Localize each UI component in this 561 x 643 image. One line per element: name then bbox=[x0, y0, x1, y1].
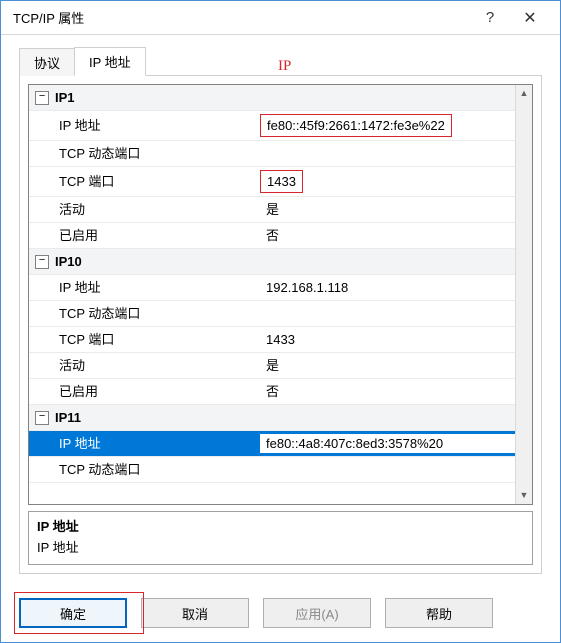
property-value: 1433 bbox=[260, 170, 509, 193]
property-label: 活动 bbox=[35, 200, 260, 219]
collapse-icon[interactable]: − bbox=[35, 411, 49, 425]
property-value: 是 bbox=[260, 200, 509, 219]
group-header[interactable]: − IP11 bbox=[29, 405, 515, 431]
apply-button: 应用(A) bbox=[263, 598, 371, 628]
property-row[interactable]: TCP 端口 1433 bbox=[29, 327, 515, 353]
property-label: TCP 动态端口 bbox=[35, 304, 260, 323]
property-row[interactable]: 活动 是 bbox=[29, 353, 515, 379]
content-area: 协议 IP 地址 IP − IP1 IP 地址 fe80::45f9:2661:… bbox=[1, 35, 560, 588]
property-row[interactable]: TCP 动态端口 bbox=[29, 141, 515, 167]
cancel-button[interactable]: 取消 bbox=[141, 598, 249, 628]
property-grid: − IP1 IP 地址 fe80::45f9:2661:1472:fe3e%22… bbox=[28, 84, 533, 505]
panel: IP − IP1 IP 地址 fe80::45f9:2661:1472:fe3e… bbox=[19, 75, 542, 574]
scroll-up-icon[interactable]: ▲ bbox=[516, 85, 532, 102]
highlight-box: 1433 bbox=[260, 170, 303, 193]
property-value: fe80::45f9:2661:1472:fe3e%22 bbox=[260, 114, 509, 137]
property-label: IP 地址 bbox=[35, 434, 260, 453]
description-box: IP 地址 IP 地址 bbox=[28, 511, 533, 565]
property-row[interactable]: IP 地址 fe80::45f9:2661:1472:fe3e%22 bbox=[29, 111, 515, 141]
collapse-icon[interactable]: − bbox=[35, 255, 49, 269]
property-label: 已启用 bbox=[35, 226, 260, 245]
ok-button[interactable]: 确定 bbox=[19, 598, 127, 628]
help-button[interactable]: 帮助 bbox=[385, 598, 493, 628]
property-label: IP 地址 bbox=[35, 278, 260, 297]
property-row[interactable]: 已启用 否 bbox=[29, 223, 515, 249]
property-value: 是 bbox=[260, 356, 509, 375]
property-row-selected[interactable]: IP 地址 fe80::4a8:407c:8ed3:3578%20 bbox=[29, 431, 515, 457]
property-value: 1433 bbox=[260, 330, 509, 349]
property-label: 活动 bbox=[35, 356, 260, 375]
collapse-icon[interactable]: − bbox=[35, 91, 49, 105]
property-row[interactable]: TCP 动态端口 bbox=[29, 301, 515, 327]
description-title: IP 地址 bbox=[37, 516, 524, 535]
property-row[interactable]: TCP 动态端口 bbox=[29, 457, 515, 483]
dialog-window: TCP/IP 属性 ? ✕ 协议 IP 地址 IP − IP1 IP 地址 fe bbox=[0, 0, 561, 643]
help-icon[interactable]: ? bbox=[470, 9, 510, 26]
group-header[interactable]: − IP1 bbox=[29, 85, 515, 111]
group-name: IP10 bbox=[55, 252, 280, 271]
group-name: IP1 bbox=[55, 88, 280, 107]
tab-strip: 协议 IP 地址 bbox=[19, 49, 542, 75]
vertical-scrollbar[interactable]: ▲ ▼ bbox=[515, 85, 532, 504]
tab-protocol[interactable]: 协议 bbox=[19, 48, 75, 76]
description-text: IP 地址 bbox=[37, 537, 524, 556]
tab-ip-address[interactable]: IP 地址 bbox=[74, 47, 146, 76]
property-label: IP 地址 bbox=[35, 116, 260, 135]
window-title: TCP/IP 属性 bbox=[13, 8, 470, 27]
property-value: 192.168.1.118 bbox=[260, 278, 509, 297]
group-name: IP11 bbox=[55, 408, 280, 427]
property-label: TCP 端口 bbox=[35, 330, 260, 349]
button-row: 确定 取消 应用(A) 帮助 bbox=[1, 588, 560, 642]
group-header[interactable]: − IP10 bbox=[29, 249, 515, 275]
scroll-down-icon[interactable]: ▼ bbox=[516, 487, 532, 504]
property-label: TCP 动态端口 bbox=[35, 460, 260, 479]
property-label: TCP 动态端口 bbox=[35, 144, 260, 163]
property-row[interactable]: 已启用 否 bbox=[29, 379, 515, 405]
property-row[interactable]: 活动 是 bbox=[29, 197, 515, 223]
close-icon[interactable]: ✕ bbox=[510, 8, 550, 28]
titlebar: TCP/IP 属性 ? ✕ bbox=[1, 1, 560, 35]
property-label: 已启用 bbox=[35, 382, 260, 401]
property-value: 否 bbox=[260, 226, 509, 245]
property-value: 否 bbox=[260, 382, 509, 401]
property-row[interactable]: TCP 端口 1433 bbox=[29, 167, 515, 197]
grid-rows: − IP1 IP 地址 fe80::45f9:2661:1472:fe3e%22… bbox=[29, 85, 515, 504]
property-label: TCP 端口 bbox=[35, 172, 260, 191]
highlight-box: fe80::45f9:2661:1472:fe3e%22 bbox=[260, 114, 452, 137]
property-row[interactable]: IP 地址 192.168.1.118 bbox=[29, 275, 515, 301]
property-value: fe80::4a8:407c:8ed3:3578%20 bbox=[260, 434, 515, 453]
